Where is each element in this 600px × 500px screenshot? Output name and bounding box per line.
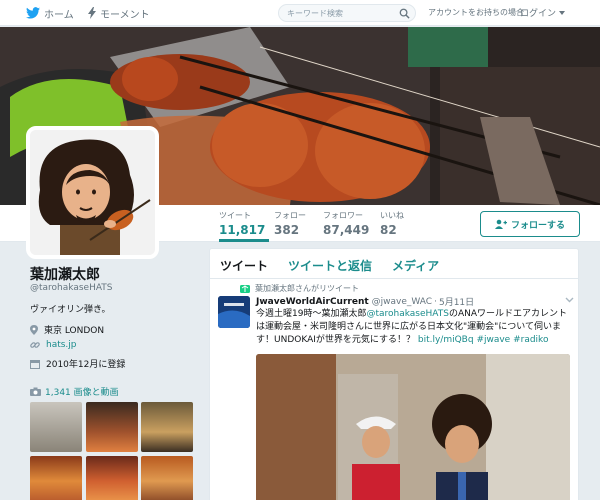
- login-dropdown[interactable]: ログイン: [520, 6, 566, 19]
- avatar-cartoon-violinist: [30, 130, 155, 255]
- media-thumbnail[interactable]: [86, 402, 138, 452]
- tweet-hashtags[interactable]: #jwave #radiko: [476, 335, 548, 345]
- profile-location: 東京 LONDON: [30, 323, 104, 336]
- timeline-card: ツイート ツイートと返信 メディア 葉加瀬太郎さんがリツイート JwaveWor…: [209, 248, 579, 500]
- stat-tweets[interactable]: ツイート 11,817: [219, 210, 270, 242]
- tweet-author-name[interactable]: JwaveWorldAirCurrent: [256, 297, 369, 307]
- stat-likes-label: いいね: [380, 211, 404, 220]
- profile-handle: @tarohakaseHATS: [30, 283, 113, 293]
- chevron-down-icon: [559, 10, 566, 15]
- add-user-icon: [494, 219, 507, 229]
- stat-followers-value: 87,449: [323, 223, 370, 237]
- stat-likes-value: 82: [380, 223, 397, 237]
- lightning-icon: [88, 7, 96, 19]
- stat-following[interactable]: フォロー 382: [274, 210, 306, 237]
- stat-followers-label: フォロワー: [323, 211, 363, 220]
- search-box: [278, 4, 416, 22]
- media-thumbnail[interactable]: [30, 456, 82, 500]
- chevron-down-icon[interactable]: [565, 297, 574, 303]
- photos-videos-label: 1,341 画像と動画: [45, 388, 119, 398]
- calendar-icon: [30, 359, 40, 369]
- stat-tweets-label: ツイート: [219, 211, 251, 220]
- profile-url[interactable]: hats.jp: [30, 340, 77, 350]
- profile-joined: 2010年12月に登録: [30, 357, 125, 370]
- timeline-tabs: ツイート ツイートと返信 メディア: [210, 249, 578, 279]
- photos-videos-link[interactable]: 1,341 画像と動画: [30, 385, 119, 398]
- tweet-date[interactable]: 5月11日: [439, 295, 474, 308]
- tweet-header: JwaveWorldAirCurrent @jwave_WAC · 5月11日: [256, 295, 474, 309]
- nav-moments-label: モーメント: [100, 9, 150, 21]
- nav-moments[interactable]: モーメント: [88, 5, 150, 21]
- profile-avatar[interactable]: [26, 126, 159, 259]
- tweet-photo-two-men: [256, 354, 570, 500]
- link-icon: [30, 342, 40, 348]
- retweet-notice: 葉加瀬太郎さんがリツイート: [240, 283, 359, 294]
- account-prompt: アカウントをお持ちの場合: [428, 8, 524, 17]
- camera-icon: [30, 387, 41, 396]
- tweet-author-avatar[interactable]: [218, 296, 250, 328]
- search-input[interactable]: [287, 7, 397, 19]
- profile-location-text: 東京 LONDON: [44, 326, 105, 336]
- profile-joined-text: 2010年12月に登録: [46, 360, 126, 370]
- tweet-url-link[interactable]: bit.ly/miQBq: [418, 335, 474, 345]
- retweet-icon: [240, 284, 250, 293]
- media-thumbnail[interactable]: [30, 402, 82, 452]
- profile-bio: ヴァイオリン弾き。: [30, 305, 111, 315]
- tweet-text: 今週土曜19時〜葉加瀬太郎@tarohakaseHATSのANAワールドエアカレ…: [256, 308, 574, 347]
- media-thumbnail[interactable]: [86, 456, 138, 500]
- follow-button[interactable]: フォローする: [480, 211, 580, 237]
- login-label: ログイン: [520, 9, 557, 19]
- tab-tweets[interactable]: ツイート: [220, 257, 268, 274]
- separator-dot: ·: [434, 296, 437, 307]
- tweet-photo[interactable]: [256, 354, 570, 500]
- tweet-text-part: 今週土曜19時〜葉加瀬太郎: [256, 309, 367, 319]
- top-navigation-bar: ホーム モーメント アカウントをお持ちの場合 ログイン: [0, 0, 600, 26]
- tweet-author-handle[interactable]: @jwave_WAC: [372, 297, 432, 307]
- retweet-notice-text: 葉加瀬太郎さんがリツイート: [255, 284, 359, 293]
- media-thumbnail[interactable]: [141, 456, 193, 500]
- profile-name: 葉加瀬太郎: [30, 267, 100, 283]
- nav-home-label: ホーム: [44, 9, 74, 21]
- jwave-logo-icon: [218, 296, 250, 328]
- tweet-mention-link[interactable]: @tarohakaseHATS: [366, 309, 449, 319]
- media-thumbnail[interactable]: [141, 402, 193, 452]
- profile-url-text: hats.jp: [46, 340, 77, 350]
- tab-tweets-and-replies[interactable]: ツイートと返信: [288, 257, 372, 274]
- follow-button-label: フォローする: [510, 220, 565, 231]
- stat-likes[interactable]: いいね 82: [380, 210, 404, 237]
- search-icon[interactable]: [399, 8, 410, 19]
- nav-home[interactable]: ホーム: [26, 5, 74, 21]
- stat-followers[interactable]: フォロワー 87,449: [323, 210, 369, 237]
- tab-media[interactable]: メディア: [392, 257, 439, 274]
- stat-following-label: フォロー: [274, 211, 306, 220]
- stat-tweets-value: 11,817: [219, 223, 266, 237]
- twitter-bird-icon: [26, 7, 40, 19]
- location-pin-icon: [30, 324, 38, 335]
- stat-following-value: 382: [274, 223, 300, 237]
